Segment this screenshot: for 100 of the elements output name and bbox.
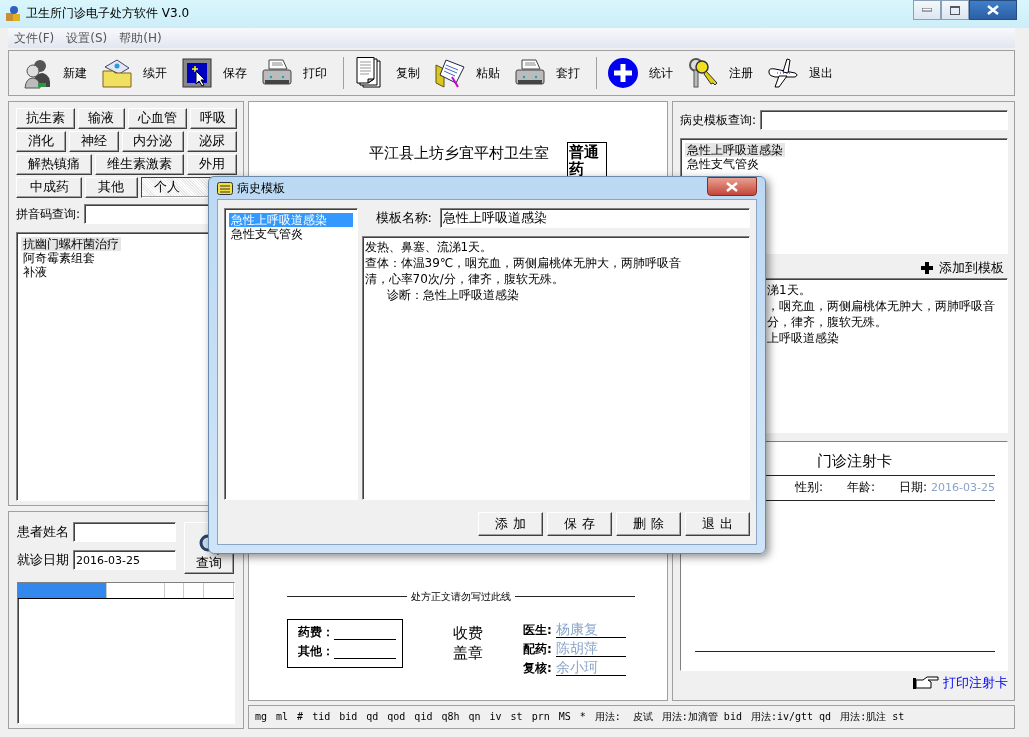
field-label: 拼音码查询: <box>16 206 81 222</box>
input-field[interactable]: 2016-03-25 <box>73 550 176 570</box>
text-area[interactable]: 发热、鼻塞、流涕1天。 查体：体温39℃，咽充血，两侧扁桃体无肿大，两肺呼吸音清，心率70次/分，律齐，腹软无殊。 诊断：急性上呼吸道感染 <box>361 236 750 500</box>
stamp-label: 收费 <box>453 623 483 643</box>
folder-icon <box>101 57 133 89</box>
menu-item[interactable]: 设置(S) <box>60 30 114 46</box>
category-button[interactable]: 神经 <box>68 131 119 152</box>
usage-token[interactable]: 用法: 皮试 <box>594 710 653 724</box>
monitor-icon <box>181 57 213 89</box>
record-line: 涕1天。 <box>766 282 811 298</box>
record-line: 分，律齐，腹软无殊。 <box>766 314 887 330</box>
maximize-icon <box>950 5 960 15</box>
usage-token[interactable]: * <box>579 710 586 724</box>
divider-note: 处方正文请勿写过此线 <box>410 590 512 603</box>
field-value: 2016-03-25 <box>931 480 995 495</box>
usage-token[interactable]: qod <box>387 710 406 724</box>
text-line: 发热、鼻塞、流涕1天。 <box>364 239 494 255</box>
list-item[interactable]: 急性支气管炎 <box>229 227 305 241</box>
add-template-button[interactable]: 添加到模板 <box>917 258 1008 278</box>
airplane-icon <box>767 57 799 89</box>
window-title: 卫生所门诊电子处方软件 V3.0 <box>26 5 190 21</box>
toolbar-button[interactable]: 复制 <box>350 51 424 95</box>
signature-name: 陈胡萍 <box>555 641 626 657</box>
category-button[interactable]: 抗生素 <box>16 108 75 129</box>
category-button[interactable]: 外用 <box>186 154 237 175</box>
usage-token[interactable]: # <box>297 710 304 724</box>
menu-item[interactable]: 帮助(H) <box>113 30 168 46</box>
category-button[interactable]: 解热镇痛 <box>16 154 92 175</box>
toolbar-button[interactable]: 保存 <box>177 51 251 95</box>
category-button[interactable]: 内分泌 <box>121 131 185 152</box>
signature-label: 复核: <box>523 661 552 676</box>
fee-label: 其他： <box>298 644 334 659</box>
toolbar-button[interactable]: 新建 <box>17 51 91 95</box>
signature-name: 余小珂 <box>555 660 626 676</box>
usage-token[interactable]: qid <box>414 710 433 724</box>
field-label: 就诊日期 <box>17 551 69 569</box>
card-title: 门诊注射卡 <box>816 452 894 471</box>
fee-label: 药费： <box>298 625 334 640</box>
field-label: 病史模板查询: <box>679 112 756 128</box>
usage-token[interactable]: 用法:肌注 st <box>840 710 905 724</box>
dialog-button[interactable]: 退 出 <box>685 512 750 536</box>
people-icon <box>21 57 53 89</box>
category-button[interactable]: 维生素激素 <box>94 154 184 175</box>
toolbar-button[interactable]: 统计 <box>603 51 677 95</box>
stamp-label: 盖章 <box>453 643 483 663</box>
close-button[interactable] <box>969 0 1017 20</box>
hand-icon <box>913 676 939 691</box>
close-button[interactable] <box>707 177 757 196</box>
dialog-button[interactable]: 删 除 <box>616 512 681 536</box>
toolbar-button[interactable]: 续开 <box>97 51 171 95</box>
field-label: 性别: <box>794 480 823 496</box>
category-button[interactable]: 心血管 <box>128 108 187 129</box>
print-link[interactable]: 打印注射卡 <box>913 675 1008 692</box>
usage-token[interactable]: prn <box>531 710 550 724</box>
category-button[interactable]: 输液 <box>77 108 125 129</box>
dialog-button[interactable]: 添 加 <box>478 512 543 536</box>
signature-name: 杨康复 <box>555 622 626 638</box>
usage-token[interactable]: q8h <box>441 710 460 724</box>
toolbar-button[interactable]: 套打 <box>510 51 584 95</box>
usage-token[interactable]: bid <box>339 710 358 724</box>
usage-token[interactable]: MS <box>558 710 571 724</box>
input-field[interactable] <box>73 522 176 542</box>
folder-icon <box>434 57 466 89</box>
input-field[interactable] <box>760 110 1008 130</box>
category-button[interactable]: 中成药 <box>16 177 83 198</box>
record-line: 上呼吸道感染 <box>766 330 839 346</box>
toolbar-button[interactable]: 打印 <box>257 51 331 95</box>
usage-token[interactable]: 用法:iv/gtt qd <box>750 710 832 724</box>
category-button[interactable]: 泌尿 <box>187 131 237 152</box>
usage-token[interactable]: ml <box>276 710 289 724</box>
usage-token[interactable]: mg <box>255 710 268 724</box>
list-item[interactable]: 急性上呼吸道感染 <box>684 143 785 157</box>
maximize-button[interactable] <box>941 0 969 20</box>
usage-token[interactable]: qd <box>366 710 379 724</box>
toolbar-button[interactable]: 注册 <box>683 51 757 95</box>
list-item[interactable]: 抗幽门螺杆菌治疗 <box>21 237 121 251</box>
note-icon <box>217 182 233 195</box>
usage-token[interactable]: 用法:加滴管 bid <box>661 710 742 724</box>
text-line: 查体：体温39℃，咽充血，两侧扁桃体无肿大，两肺呼吸音清，心率70次/分，律齐，腹软无殊。 <box>364 255 683 287</box>
field-label: 年龄: <box>847 480 876 496</box>
category-button[interactable]: 呼吸 <box>189 108 237 129</box>
plus-icon <box>607 57 639 89</box>
app-icon <box>4 4 22 22</box>
list-item[interactable]: 急性支气管炎 <box>684 157 761 171</box>
dialog-title: 病史模板 <box>237 181 285 196</box>
usage-token[interactable]: iv <box>489 710 502 724</box>
usage-token[interactable]: qn <box>468 710 481 724</box>
category-button[interactable]: 其他 <box>85 177 138 198</box>
list-item[interactable]: 阿奇霉素组套 <box>21 251 97 265</box>
menu-item[interactable]: 文件(F) <box>8 30 61 46</box>
list-item[interactable]: 补液 <box>21 265 49 279</box>
usage-token[interactable]: tid <box>312 710 331 724</box>
clinic-name: 平江县上坊乡宜平村卫生室 <box>368 143 549 164</box>
usage-token[interactable]: st <box>510 710 523 724</box>
dialog-button[interactable]: 保 存 <box>547 512 612 536</box>
category-button[interactable]: 消化 <box>16 131 66 152</box>
input-field[interactable]: 急性上呼吸道感染 <box>439 208 750 228</box>
field-label: 日期: <box>899 480 928 496</box>
toolbar-button[interactable]: 粘贴 <box>430 51 504 95</box>
toolbar-button[interactable]: 退出 <box>763 51 837 95</box>
